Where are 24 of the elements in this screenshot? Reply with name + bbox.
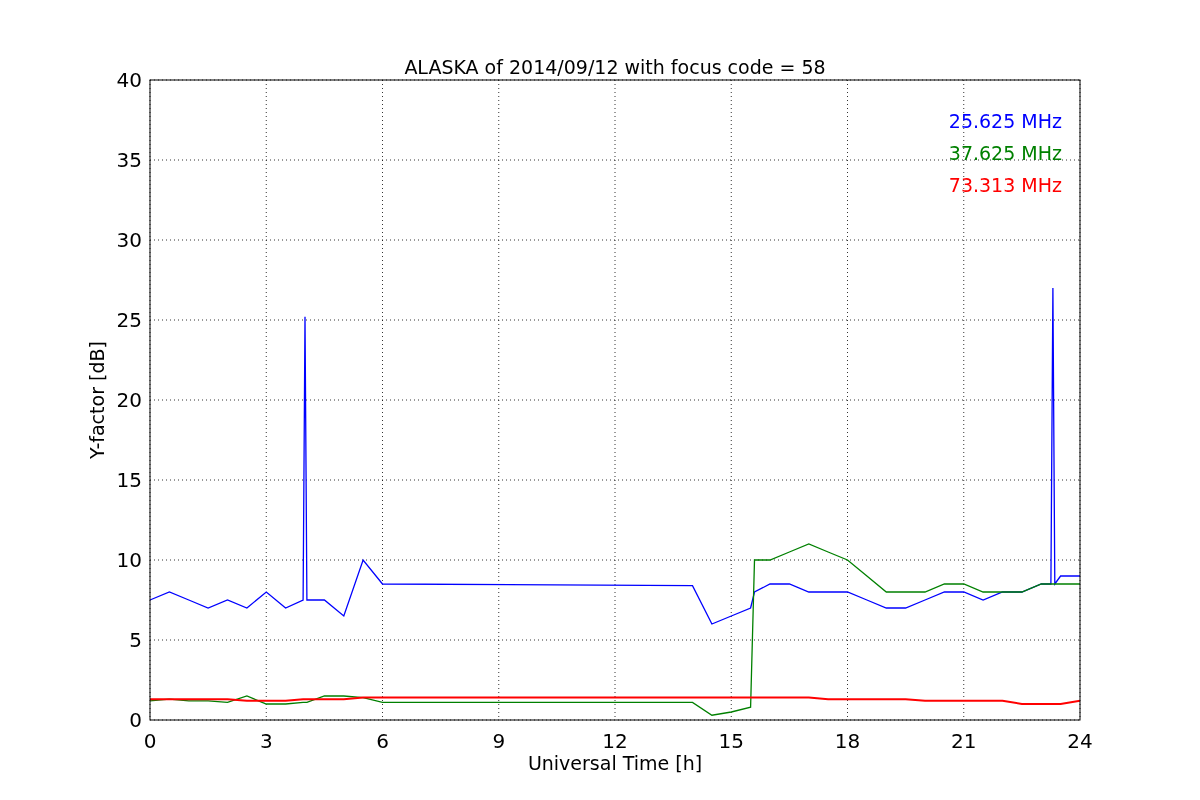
- y-tick-label: 0: [129, 708, 142, 732]
- y-tick-label: 35: [116, 148, 142, 172]
- x-tick-label: 12: [602, 729, 628, 753]
- y-tick-label: 20: [116, 388, 142, 412]
- x-tick-label: 9: [492, 729, 506, 753]
- x-tick-label: 3: [259, 729, 273, 753]
- y-tick-label: 30: [116, 228, 142, 252]
- y-tick-label: 15: [116, 468, 142, 492]
- y-tick-label: 25: [116, 308, 142, 332]
- legend-label: 37.625 MHz: [948, 142, 1062, 164]
- y-axis-label: Y-factor [dB]: [86, 341, 108, 459]
- legend-label: 25.625 MHz: [948, 110, 1062, 132]
- x-tick-label: 0: [143, 729, 157, 753]
- x-tick-label: 6: [376, 729, 389, 753]
- x-tick-label: 21: [951, 729, 977, 753]
- y-tick-label: 40: [116, 68, 142, 92]
- y-tick-label: 10: [116, 548, 142, 572]
- x-tick-label: 15: [718, 729, 744, 753]
- x-tick-label: 18: [834, 729, 861, 753]
- chart-title: ALASKA of 2014/09/12 with focus code = 58: [404, 56, 826, 78]
- x-tick-label: 24: [1067, 729, 1093, 753]
- x-axis-label: Universal Time [h]: [527, 752, 703, 774]
- y-tick-label: 5: [129, 628, 142, 652]
- legend-label: 73.313 MHz: [948, 174, 1062, 196]
